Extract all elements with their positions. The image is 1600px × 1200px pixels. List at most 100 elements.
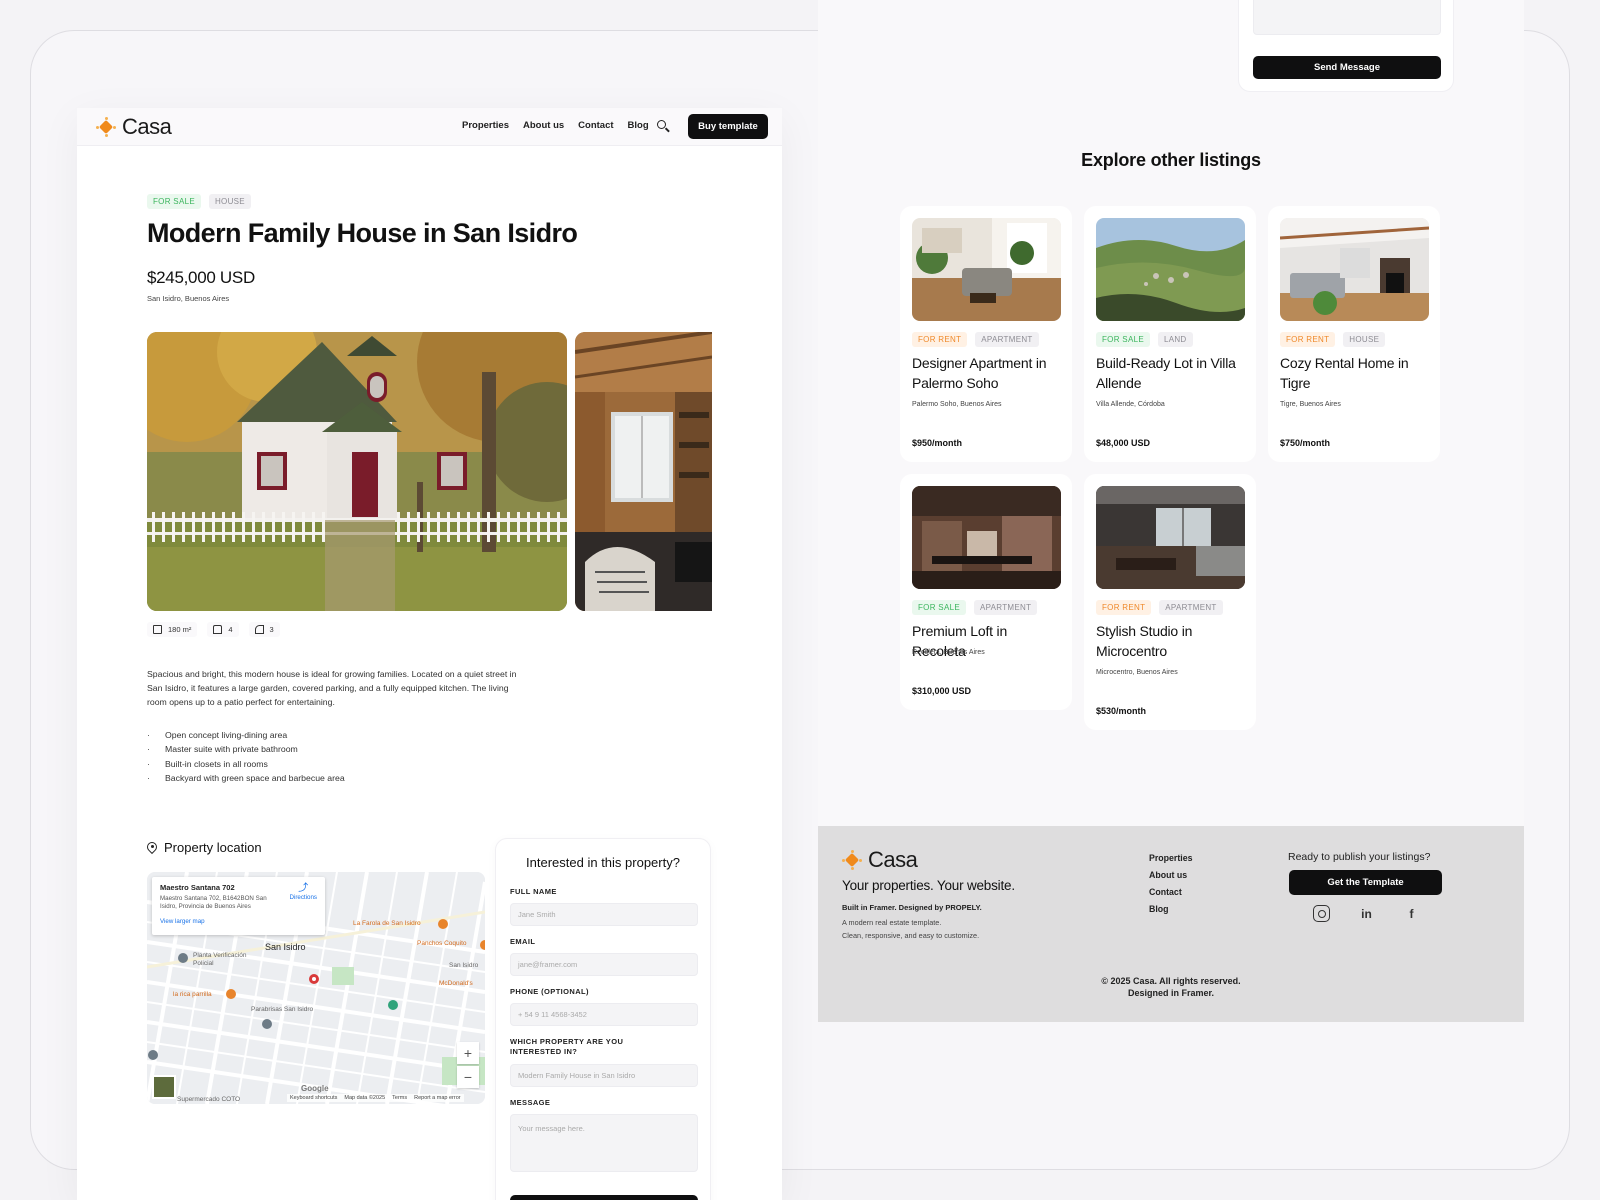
footer-link-blog[interactable]: Blog: [1149, 901, 1193, 918]
listing-tags: FOR SALE LAND: [1096, 332, 1193, 347]
beds-value: 4: [228, 625, 233, 634]
gallery-main-photo[interactable]: [147, 332, 567, 611]
footer-cta-text: Ready to publish your listings?: [1288, 851, 1431, 863]
status-badge: FOR SALE: [1096, 332, 1150, 347]
location-heading: Property location: [144, 839, 262, 855]
listing-card[interactable]: FOR SALE LAND Build-Ready Lot in Villa A…: [1084, 206, 1256, 462]
listing-photo: [912, 218, 1061, 321]
type-badge: APARTMENT: [1159, 600, 1223, 615]
send-message-button[interactable]: Send Message: [510, 1195, 698, 1200]
feature-beds: 4: [207, 622, 239, 637]
directions-label: Directions: [289, 894, 317, 901]
map-label: la rica parrilla: [173, 991, 212, 998]
list-item: Backyard with green space and barbecue a…: [147, 771, 345, 786]
navbar: Casa Properties About us Contact Blog Bu…: [77, 108, 782, 146]
listing-price: $48,000 USD: [1096, 438, 1151, 448]
listing-title: Designer Apartment in Palermo Soho: [912, 355, 1047, 391]
map-label: Panchos Coquito: [417, 940, 467, 947]
listing-price: $750/month: [1280, 438, 1331, 448]
get-template-button[interactable]: Get the Template: [1289, 870, 1442, 895]
listing-photo: [1096, 486, 1245, 589]
listing-price: $530/month: [1096, 706, 1147, 716]
listing-card[interactable]: FOR RENT APARTMENT Stylish Studio in Mic…: [1084, 474, 1256, 730]
nav-link-about[interactable]: About us: [523, 120, 564, 131]
property-highlights: Open concept living-dining area Master s…: [147, 728, 345, 785]
search-icon[interactable]: [656, 119, 670, 133]
nav-link-contact[interactable]: Contact: [578, 120, 613, 131]
bath-icon: [254, 625, 264, 634]
nav-link-properties[interactable]: Properties: [462, 120, 509, 131]
feature-area: 180 m²: [147, 622, 198, 637]
listing-photo: [1280, 218, 1429, 321]
type-badge: LAND: [1157, 332, 1193, 347]
phone-field[interactable]: + 54 9 11 4568-3452: [510, 1003, 698, 1026]
listing-location: Recoleta, Buenos Aires: [912, 649, 985, 656]
directions-button[interactable]: ⤴ Directions: [289, 883, 317, 902]
map-info-card: Maestro Santana 702 Maestro Santana 702,…: [152, 877, 325, 935]
terms-link[interactable]: Terms: [392, 1095, 407, 1101]
listing-location: Microcentro, Buenos Aires: [1096, 669, 1178, 676]
nav-link-blog[interactable]: Blog: [628, 120, 649, 131]
logo[interactable]: Casa: [96, 114, 172, 140]
copyright-line: © 2025 Casa. All rights reserved.: [1101, 976, 1241, 986]
map-label: McDonald's: [439, 980, 473, 987]
type-badge: HOUSE: [1343, 332, 1386, 347]
listing-location: Palermo Soho, Buenos Aires: [912, 401, 1002, 408]
zoom-in-button[interactable]: +: [457, 1042, 479, 1064]
gallery-second-photo[interactable]: [575, 332, 712, 611]
email-field[interactable]: jane@framer.com: [510, 953, 698, 976]
property-select-label: WHICH PROPERTY ARE YOU INTERESTED IN?: [510, 1037, 624, 1056]
map-label: San Isidro: [265, 942, 306, 952]
listing-card[interactable]: FOR RENT HOUSE Cozy Rental Home in Tigre…: [1268, 206, 1440, 462]
location-heading-text: Property location: [164, 840, 262, 855]
directions-icon: ⤴: [298, 883, 309, 894]
listing-location: Tigre, Buenos Aires: [1280, 401, 1341, 408]
listing-photo: [1096, 218, 1245, 321]
footer-description-line: Clean, responsive, and easy to customize…: [842, 931, 980, 940]
bed-icon: [213, 625, 223, 634]
send-message-button[interactable]: Send Message: [1253, 56, 1441, 79]
property-map[interactable]: Maestro Santana 702 Maestro Santana 702,…: [147, 872, 485, 1104]
listing-title: Build-Ready Lot in Villa Allende: [1096, 355, 1236, 391]
map-label: Parabrisas San Isidro: [251, 1006, 314, 1013]
property-field[interactable]: Modern Family House in San Isidro: [510, 1064, 698, 1087]
status-badge: FOR SALE: [912, 600, 966, 615]
contact-form-bottom: Send Message: [1238, 0, 1454, 92]
logo-text: Casa: [122, 114, 172, 139]
type-badge: APARTMENT: [973, 600, 1038, 615]
listing-tags: FOR RENT APARTMENT: [912, 332, 1039, 347]
footer-link-about[interactable]: About us: [1149, 867, 1193, 884]
page-title: Modern Family House in San Isidro: [147, 218, 578, 248]
copyright-line: Designed in Framer.: [1127, 988, 1215, 998]
footer-link-contact[interactable]: Contact: [1149, 884, 1193, 901]
listing-card[interactable]: FOR SALE APARTMENT Premium Loft in Recol…: [900, 474, 1072, 710]
listing-photo: [912, 486, 1061, 589]
footer-logo[interactable]: Casa: [842, 847, 918, 873]
site-footer: Casa Your properties. Your website. Buil…: [818, 826, 1524, 1022]
form-title: Interested in this property?: [526, 855, 680, 870]
status-badge: FOR RENT: [912, 332, 968, 347]
instagram-icon[interactable]: [1313, 905, 1330, 922]
view-larger-map-link[interactable]: View larger map: [160, 918, 317, 925]
property-location: San Isidro, Buenos Aires: [147, 294, 230, 303]
facebook-icon[interactable]: f: [1403, 905, 1420, 922]
footer-link-properties[interactable]: Properties: [1149, 850, 1193, 867]
keyboard-shortcuts-link[interactable]: Keyboard shortcuts: [290, 1095, 337, 1101]
report-error-link[interactable]: Report a map error: [414, 1095, 460, 1101]
listing-card[interactable]: FOR RENT APARTMENT Designer Apartment in…: [900, 206, 1072, 462]
area-icon: [153, 625, 162, 634]
message-field[interactable]: [1253, 0, 1441, 35]
logo-text: Casa: [868, 847, 918, 872]
message-field[interactable]: Your message here.: [510, 1114, 698, 1172]
list-item: Built-in closets in all rooms: [147, 757, 345, 772]
linkedin-icon[interactable]: in: [1358, 905, 1375, 922]
listing-title: Stylish Studio in Microcentro: [1096, 623, 1193, 659]
zoom-out-button[interactable]: −: [457, 1066, 479, 1088]
map-label: Planta Verificación Policial: [193, 952, 247, 967]
footer-tagline: Your properties. Your website.: [842, 878, 1015, 893]
property-features: 180 m² 4 3: [147, 622, 280, 637]
map-label: La Farola de San Isidro: [353, 920, 421, 927]
location-pin-icon: [144, 839, 160, 854]
buy-template-button[interactable]: Buy template: [688, 114, 768, 139]
full-name-field[interactable]: Jane Smith: [510, 903, 698, 926]
